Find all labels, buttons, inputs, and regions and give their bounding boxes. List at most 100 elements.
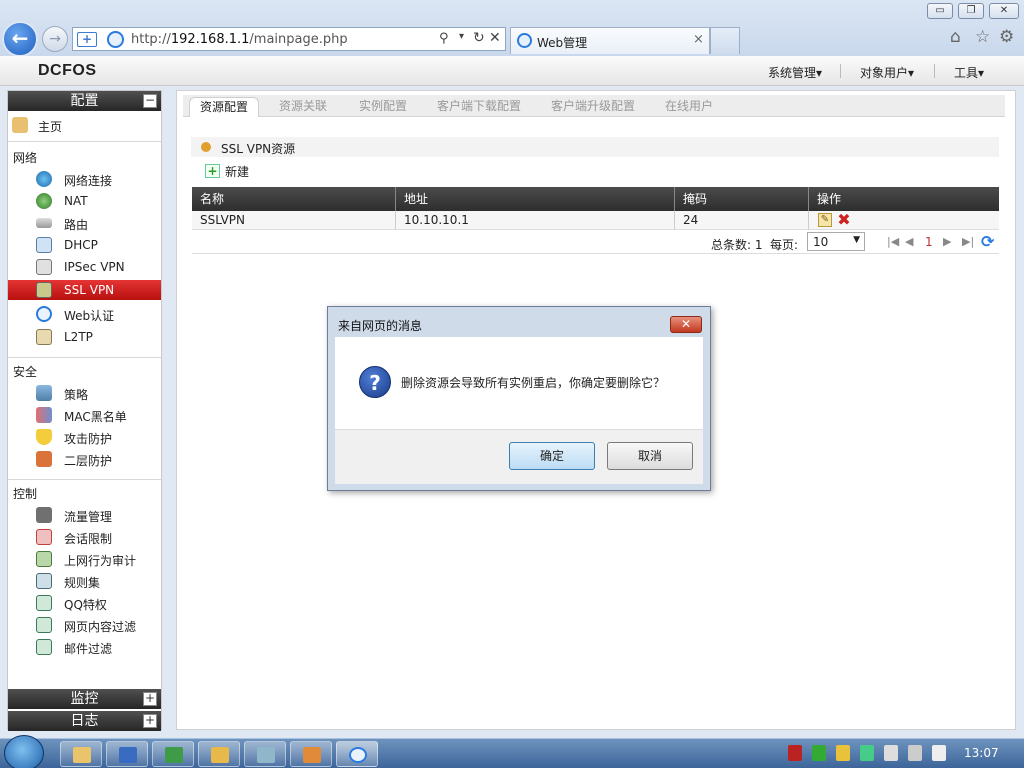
- sidebar-item-network-connection[interactable]: 网络连接: [8, 169, 161, 189]
- tray-icon[interactable]: [812, 745, 826, 761]
- collapse-icon[interactable]: −: [143, 94, 157, 108]
- taskbar-app6[interactable]: [290, 741, 332, 767]
- column-header-address[interactable]: 地址: [396, 187, 675, 211]
- restore-button[interactable]: ❐: [958, 3, 984, 19]
- taskbar-app4[interactable]: [198, 741, 240, 767]
- sidebar-item-layer2-defense[interactable]: 二层防护: [8, 449, 161, 469]
- sidebar-item-label: 邮件过滤: [64, 642, 113, 656]
- table-row[interactable]: SSLVPN 10.10.10.1 24 ✎ ✖: [192, 211, 999, 230]
- refresh-icon[interactable]: ↻: [473, 30, 485, 46]
- home-icon: [12, 117, 28, 133]
- per-page-label: 每页:: [770, 238, 799, 252]
- dropdown-arrow-icon[interactable]: ▾: [459, 31, 464, 42]
- tab-close-icon[interactable]: ×: [693, 32, 704, 47]
- ok-button[interactable]: 确定: [509, 442, 595, 470]
- tray-volume-icon[interactable]: [932, 745, 946, 761]
- config-header-label: 配置: [70, 93, 99, 109]
- sidebar-item-home[interactable]: 主页: [8, 115, 161, 135]
- sidebar-monitor-header[interactable]: 监控 +: [8, 689, 161, 709]
- sidebar-item-route[interactable]: 路由: [8, 213, 161, 233]
- browser-tab[interactable]: Web管理 ×: [510, 27, 710, 54]
- delete-icon[interactable]: ✖: [836, 212, 852, 228]
- tray-network-icon[interactable]: [908, 745, 922, 761]
- sidebar-item-l2tp[interactable]: L2TP: [8, 327, 161, 347]
- close-window-button[interactable]: ✕: [989, 3, 1019, 19]
- cancel-button[interactable]: 取消: [607, 442, 693, 470]
- sidebar-item-ssl-vpn[interactable]: SSL VPN: [8, 280, 161, 300]
- sidebar-item-attack-defense[interactable]: 攻击防护: [8, 427, 161, 447]
- favorites-star-icon[interactable]: ☆: [975, 27, 990, 47]
- tray-icon[interactable]: [860, 745, 874, 761]
- url-text[interactable]: http://192.168.1.1/mainpage.php: [131, 32, 348, 47]
- taskbar-ie[interactable]: [336, 741, 378, 767]
- table-header: 名称 地址 掩码 操作: [192, 187, 999, 211]
- back-button[interactable]: ←: [2, 21, 38, 57]
- sidebar-item-dhcp[interactable]: DHCP: [8, 235, 161, 255]
- dialog-close-button[interactable]: ✕: [670, 316, 702, 333]
- sidebar-item-policy[interactable]: 策略: [8, 383, 161, 403]
- search-icon[interactable]: ⚲: [439, 31, 449, 46]
- sidebar-item-mac-blacklist[interactable]: MAC黑名单: [8, 405, 161, 425]
- refresh-icon[interactable]: ⟳: [981, 232, 994, 251]
- tray-icon[interactable]: [788, 745, 802, 761]
- web-auth-icon: [36, 306, 52, 322]
- minimize-button[interactable]: ▭: [927, 3, 953, 19]
- new-tab-button[interactable]: [710, 27, 740, 54]
- column-header-mask[interactable]: 掩码: [675, 187, 809, 211]
- tab-client-download[interactable]: 客户端下载配置: [427, 97, 531, 117]
- menu-tools[interactable]: 工具▾: [954, 64, 984, 81]
- home-icon[interactable]: ⌂: [950, 27, 961, 47]
- section-header: SSL VPN资源: [191, 137, 999, 157]
- prev-page-icon[interactable]: ◀: [905, 235, 913, 248]
- mac-blacklist-icon: [36, 407, 52, 423]
- expand-icon[interactable]: +: [143, 692, 157, 706]
- taskbar-explorer[interactable]: [60, 741, 102, 767]
- qq-icon: [36, 595, 52, 611]
- globe-icon: [36, 171, 52, 187]
- app-header: DCFOS 系统管理▾ 对象用户▾ 工具▾: [0, 56, 1024, 86]
- tray-icon[interactable]: [884, 745, 898, 761]
- tab-instance-config[interactable]: 实例配置: [349, 97, 417, 117]
- sidebar-log-header[interactable]: 日志 +: [8, 711, 161, 731]
- sidebar-item-mail-filter[interactable]: 邮件过滤: [8, 637, 161, 657]
- sidebar-item-traffic[interactable]: 流量管理: [8, 505, 161, 525]
- sidebar-config-header[interactable]: 配置 −: [8, 91, 161, 111]
- sidebar-item-web-filter[interactable]: 网页内容过滤: [8, 615, 161, 635]
- sidebar-item-qq[interactable]: QQ特权: [8, 593, 161, 613]
- tray-shield-icon[interactable]: [836, 745, 850, 761]
- sidebar-item-ipsec-vpn[interactable]: IPSec VPN: [8, 257, 161, 277]
- sidebar-item-behavior-audit[interactable]: 上网行为审计: [8, 549, 161, 569]
- tab-resource-association[interactable]: 资源关联: [269, 97, 337, 117]
- clock[interactable]: 13:07: [964, 746, 999, 760]
- start-button[interactable]: [4, 735, 44, 768]
- edit-icon[interactable]: ✎: [818, 213, 832, 227]
- ssl-vpn-icon: [36, 282, 52, 298]
- address-bar[interactable]: + http://192.168.1.1/mainpage.php ⚲ ▾ ↻ …: [72, 27, 506, 51]
- tab-client-upgrade[interactable]: 客户端升级配置: [541, 97, 645, 117]
- sidebar-item-session-limit[interactable]: 会话限制: [8, 527, 161, 547]
- taskbar-excel[interactable]: [152, 741, 194, 767]
- dialog-footer: 确定 取消: [335, 429, 703, 484]
- per-page-select[interactable]: 10 ▼: [807, 232, 865, 251]
- sidebar-item-nat[interactable]: NAT: [8, 191, 161, 211]
- last-page-icon[interactable]: ▶|: [962, 235, 974, 248]
- column-header-name[interactable]: 名称: [192, 187, 396, 211]
- traffic-icon: [36, 507, 52, 523]
- sidebar-item-ruleset[interactable]: 规则集: [8, 571, 161, 591]
- sidebar-item-web-auth[interactable]: Web认证: [8, 304, 161, 324]
- forward-button[interactable]: →: [42, 26, 68, 52]
- stop-icon[interactable]: ✕: [489, 30, 501, 46]
- next-page-icon[interactable]: ▶: [943, 235, 951, 248]
- tab-online-users[interactable]: 在线用户: [655, 97, 723, 117]
- sidebar-item-label: 规则集: [64, 576, 101, 590]
- taskbar-word[interactable]: [106, 741, 148, 767]
- tab-resource-config[interactable]: 资源配置: [189, 97, 260, 117]
- menu-system-admin[interactable]: 系统管理▾: [768, 64, 822, 81]
- taskbar-app5[interactable]: [244, 741, 286, 767]
- first-page-icon[interactable]: |◀: [887, 235, 899, 248]
- expand-icon[interactable]: +: [143, 714, 157, 728]
- compat-view-icon[interactable]: +: [77, 32, 97, 47]
- menu-object-user[interactable]: 对象用户▾: [860, 64, 914, 81]
- settings-gear-icon[interactable]: ⚙: [999, 27, 1014, 47]
- mail-filter-icon: [36, 639, 52, 655]
